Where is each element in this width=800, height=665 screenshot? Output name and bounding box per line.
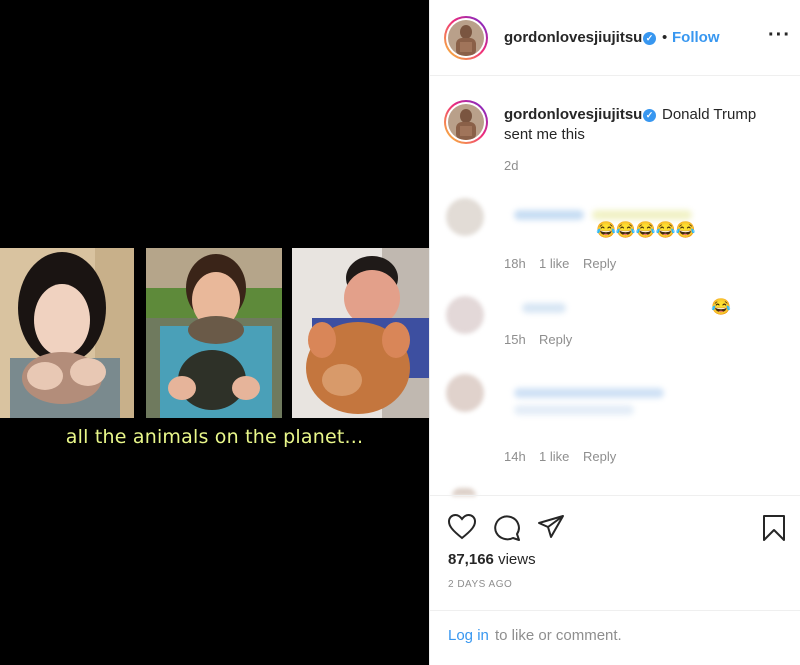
views-count[interactable]: 87,166 views bbox=[448, 551, 536, 568]
comment-text-blurred bbox=[514, 405, 634, 415]
verified-badge-icon: ✓ bbox=[643, 32, 656, 45]
video-subtitle: all the animals on the planet... bbox=[65, 426, 364, 448]
avatar[interactable] bbox=[444, 16, 488, 60]
comment-avatar[interactable] bbox=[446, 374, 484, 412]
follow-button[interactable]: Follow bbox=[672, 29, 720, 46]
comment-username-blurred bbox=[522, 303, 566, 313]
reply-button[interactable]: Reply bbox=[583, 256, 616, 271]
bookmark-icon[interactable] bbox=[762, 514, 786, 542]
comment-emojis: 😂😂😂😂😂 bbox=[596, 222, 696, 239]
post-date: 2 DAYS AGO bbox=[448, 579, 513, 590]
more-horizontal-icon[interactable]: ··· bbox=[768, 24, 791, 47]
login-link[interactable]: Log in bbox=[448, 627, 489, 644]
post-side-panel: gordonlovesjiujitsu ✓ • Follow ··· gordo… bbox=[429, 0, 800, 665]
comment-likes[interactable]: 1 like bbox=[539, 256, 569, 271]
video-frame-middle bbox=[146, 248, 282, 418]
video-frames bbox=[0, 248, 429, 418]
verified-badge-icon: ✓ bbox=[643, 109, 656, 122]
caption-avatar[interactable] bbox=[444, 100, 488, 144]
post-header: gordonlovesjiujitsu ✓ • Follow ··· bbox=[430, 0, 800, 76]
caption-text-continued: sent me this bbox=[504, 126, 585, 143]
caption-username-link[interactable]: gordonlovesjiujitsu bbox=[504, 106, 642, 123]
comment-time: 14h bbox=[504, 449, 526, 464]
video-frame-left bbox=[0, 248, 134, 418]
views-number: 87,166 bbox=[448, 551, 494, 568]
comment-time: 18h bbox=[504, 256, 526, 271]
video-frame-right bbox=[292, 248, 429, 418]
comment-time: 15h bbox=[504, 332, 526, 347]
share-icon[interactable] bbox=[537, 514, 565, 540]
video-player[interactable]: all the animals on the planet... bbox=[0, 0, 429, 665]
comment-text-blurred bbox=[592, 210, 692, 220]
comment-emojis: 😂 bbox=[711, 299, 731, 316]
heart-icon[interactable] bbox=[448, 514, 476, 540]
caption-text: Donald Trump bbox=[662, 106, 757, 123]
comment-icon[interactable] bbox=[493, 514, 521, 542]
separator-dot: • bbox=[662, 29, 668, 46]
comment-text-blurred bbox=[514, 388, 664, 398]
views-label: views bbox=[498, 551, 536, 568]
login-prompt-text: to like or comment. bbox=[495, 627, 622, 644]
reply-button[interactable]: Reply bbox=[583, 449, 616, 464]
comment-username-blurred bbox=[514, 210, 584, 220]
reply-button[interactable]: Reply bbox=[539, 332, 572, 347]
comment-avatar[interactable] bbox=[446, 198, 484, 236]
comment-avatar[interactable] bbox=[446, 296, 484, 334]
comment-likes[interactable]: 1 like bbox=[539, 449, 569, 464]
username-link[interactable]: gordonlovesjiujitsu bbox=[504, 29, 642, 46]
caption-timestamp[interactable]: 2d bbox=[504, 158, 518, 173]
